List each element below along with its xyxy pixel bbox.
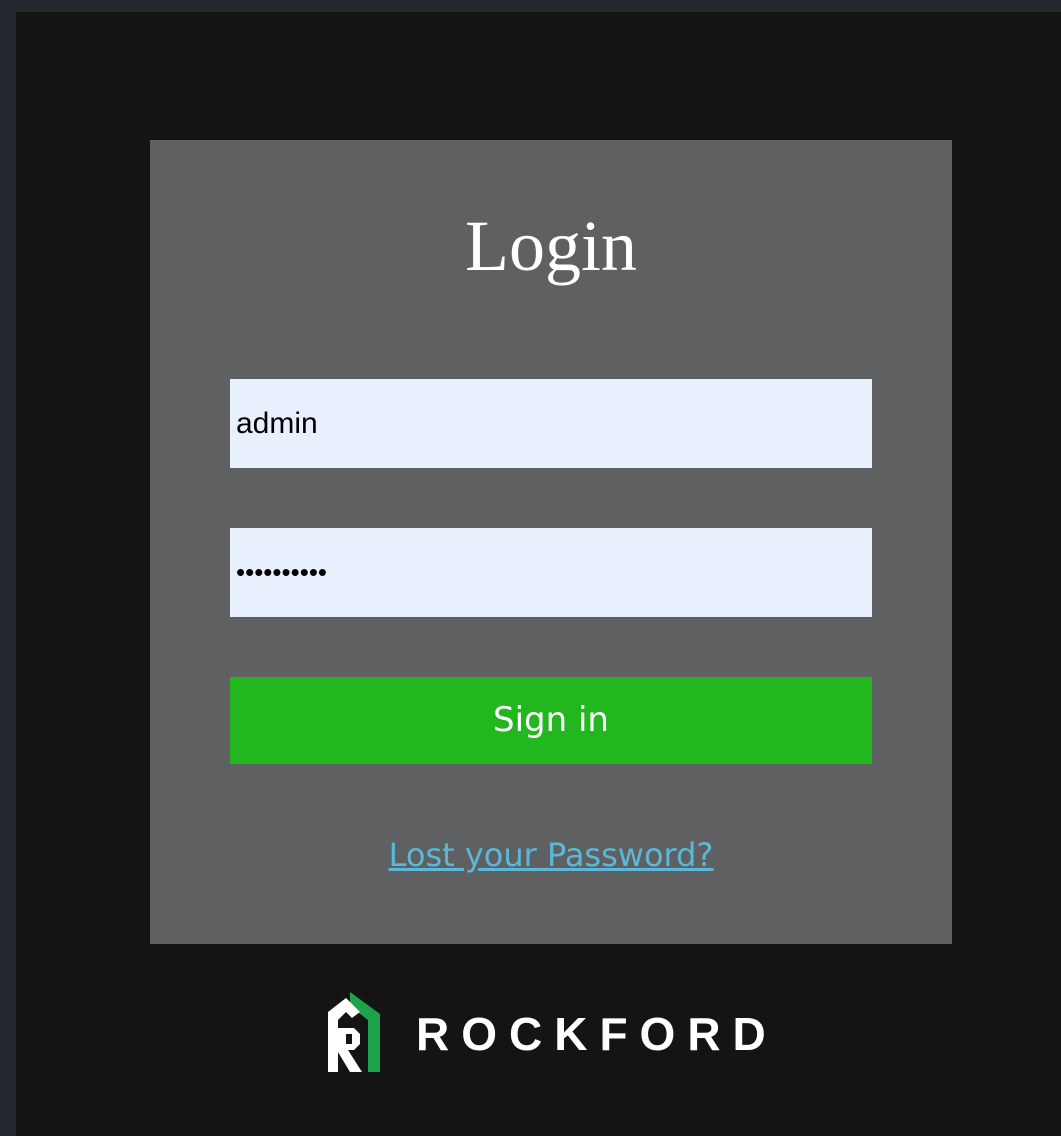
page-background: Login Sign in Lost your Password? ROCKFO… — [16, 12, 1061, 1136]
sign-in-button[interactable]: Sign in — [230, 677, 872, 764]
brand-name: ROCKFORD — [416, 1008, 778, 1060]
login-card: Login Sign in Lost your Password? — [150, 140, 952, 944]
rockford-logo-icon — [328, 992, 380, 1072]
brand-logo: ROCKFORD — [324, 992, 778, 1076]
username-input[interactable] — [230, 379, 872, 468]
password-input[interactable] — [230, 528, 872, 617]
lost-password-link[interactable]: Lost your Password? — [150, 836, 952, 874]
login-title: Login — [465, 206, 637, 286]
